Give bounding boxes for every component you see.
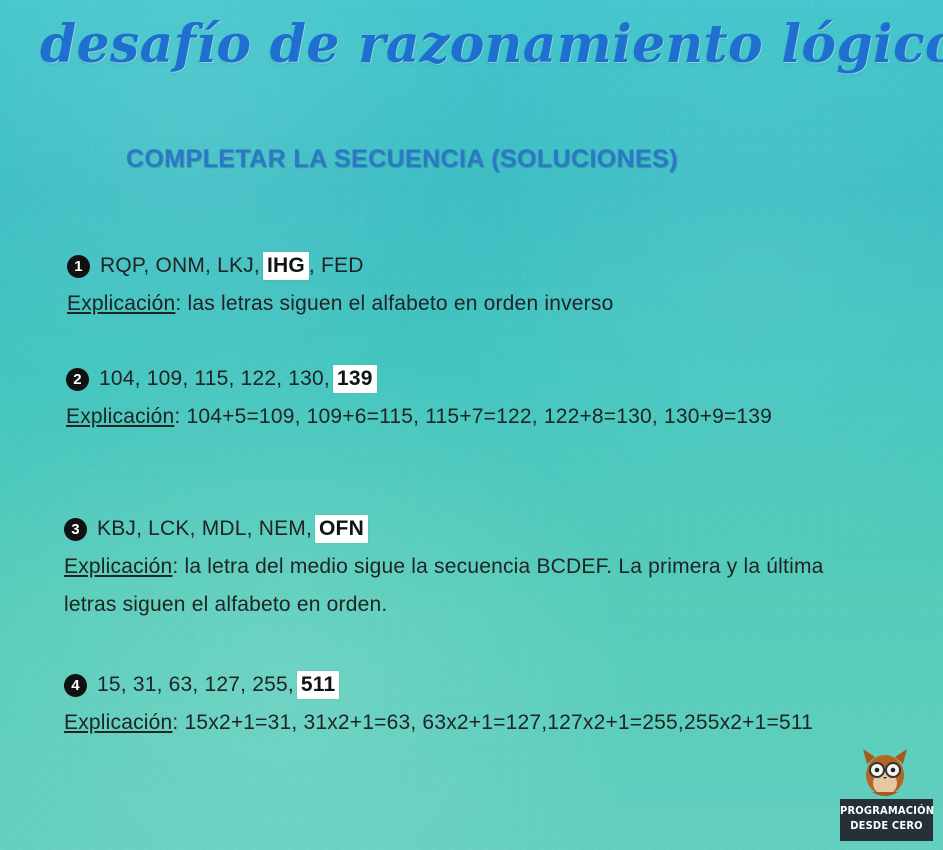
sequence-text-1: RQP, ONM, LKJ, (100, 254, 260, 277)
question-item-3: 3 KBJ, LCK, MDL, NEM, OFN Explicación: l… (64, 510, 854, 624)
explanation-label-1: Explicación (67, 292, 176, 315)
explanation-1: Explicación: las letras siguen el alfabe… (67, 285, 827, 323)
answer-badge-2: 139 (332, 365, 377, 393)
explanation-text-4: : 15x2+1=31, 31x2+1=63, 63x2+1=127,127x2… (172, 711, 814, 734)
explanation-4: Explicación: 15x2+1=31, 31x2+1=63, 63x2+… (64, 704, 854, 742)
page-title: desafío de razonamiento lógico (40, 14, 943, 75)
page-subtitle: COMPLETAR LA SECUENCIA (SOLUCIONES) (126, 145, 678, 173)
explanation-text-2: : 104+5=109, 109+6=115, 115+7=122, 122+8… (174, 405, 773, 428)
sequence-text-3: KBJ, LCK, MDL, NEM, (97, 517, 313, 540)
explanation-3: Explicación: la letra del medio sigue la… (64, 548, 854, 624)
sequence-text-4: 15, 31, 63, 127, 255, (97, 673, 294, 696)
number-badge-4: 4 (64, 673, 87, 697)
brand-logo: PROGRAMACIÓN DESDE CERO (840, 744, 935, 841)
answer-badge-3: OFN (315, 515, 368, 543)
number-badge-3: 3 (64, 517, 87, 541)
question-line-4: 4 15, 31, 63, 127, 255, 511 (64, 666, 854, 704)
number-badge-1: 1 (67, 254, 90, 278)
explanation-label-4: Explicación (64, 711, 173, 734)
explanation-text-1: : las letras siguen el alfabeto en orden… (175, 292, 614, 315)
owl-fox-mascot-icon (855, 744, 915, 799)
explanation-label-3: Explicación (64, 555, 173, 578)
question-item-1: 1 RQP, ONM, LKJ, IHG , FED Explicación: … (67, 247, 827, 323)
question-line-3: 3 KBJ, LCK, MDL, NEM, OFN (64, 510, 854, 548)
answer-badge-4: 511 (296, 671, 340, 699)
question-line-1: 1 RQP, ONM, LKJ, IHG , FED (67, 247, 827, 285)
logo-line-1: PROGRAMACIÓN (840, 804, 935, 817)
sequence-text-2: 104, 109, 115, 122, 130, (99, 367, 330, 390)
number-badge-2: 2 (66, 367, 89, 391)
question-item-4: 4 15, 31, 63, 127, 255, 511 Explicación:… (64, 666, 854, 742)
explanation-label-2: Explicación (66, 405, 175, 428)
logo-line-2: DESDE CERO (850, 819, 923, 832)
explanation-2: Explicación: 104+5=109, 109+6=115, 115+7… (66, 398, 856, 436)
explanation-text-3: : la letra del medio sigue la secuencia … (64, 555, 824, 616)
question-item-2: 2 104, 109, 115, 122, 130, 139 Explicaci… (66, 360, 856, 436)
answer-badge-1: IHG (262, 252, 309, 280)
sequence-tail-1: , FED (308, 254, 364, 277)
question-line-2: 2 104, 109, 115, 122, 130, 139 (66, 360, 856, 398)
logo-label-box: PROGRAMACIÓN DESDE CERO (840, 799, 935, 841)
